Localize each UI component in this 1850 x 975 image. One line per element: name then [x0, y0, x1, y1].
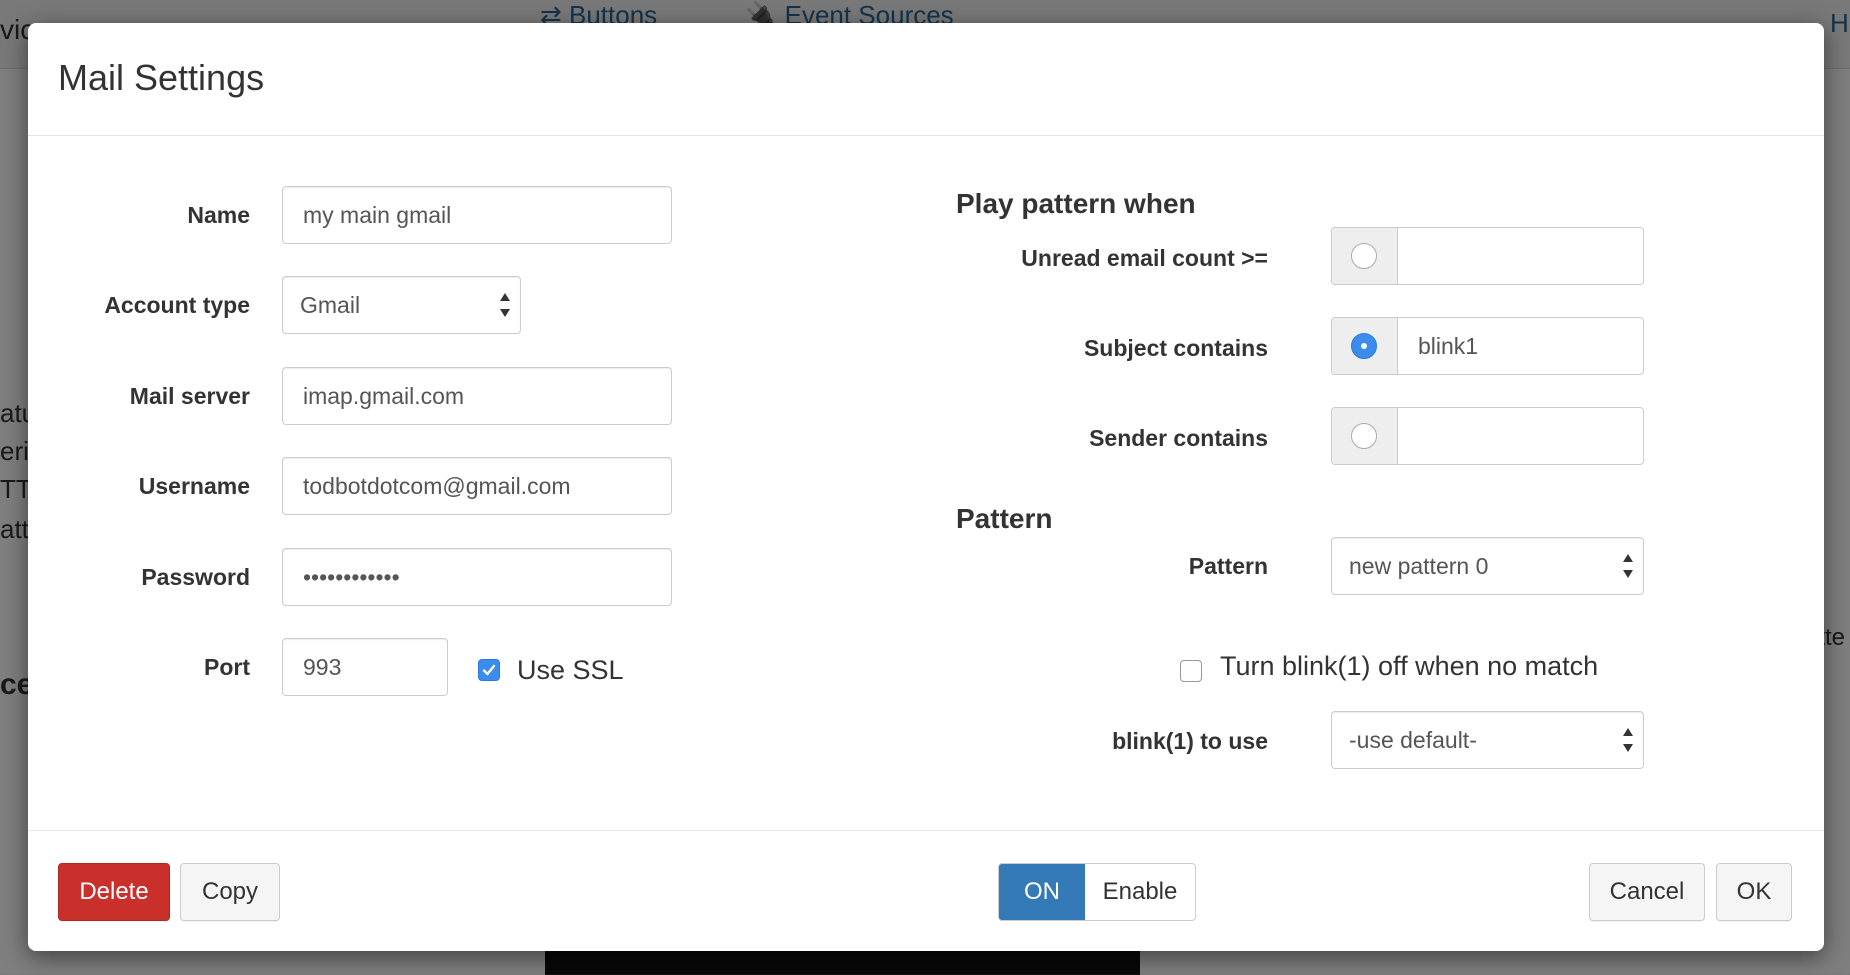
unread-count-label: Unread email count >=	[1021, 245, 1268, 271]
account-type-value: Gmail	[300, 292, 361, 318]
pattern-select-value: new pattern 0	[1349, 553, 1489, 579]
pattern-heading: Pattern	[956, 503, 1053, 534]
blink-to-use-value: -use default-	[1349, 727, 1477, 753]
mail-server-value: imap.gmail.com	[303, 383, 465, 409]
play-pattern-heading: Play pattern when	[956, 188, 1196, 219]
sender-contains-input[interactable]	[1398, 408, 1643, 464]
username-value: todbotdotcom@gmail.com	[303, 473, 571, 499]
username-input[interactable]: todbotdotcom@gmail.com	[282, 457, 672, 515]
select-arrows-icon	[1623, 728, 1633, 752]
toggle-on-label[interactable]: ON	[999, 864, 1085, 920]
unread-count-radio-addon	[1332, 228, 1398, 284]
sender-contains-radio[interactable]	[1351, 423, 1377, 449]
mail-server-label: Mail server	[129, 383, 250, 409]
password-value: ••••••••••••	[303, 564, 400, 590]
unread-count-radio[interactable]	[1351, 243, 1377, 269]
sender-contains-group	[1331, 407, 1644, 465]
modal-header: Mail Settings	[28, 23, 1824, 136]
blink-to-use-label: blink(1) to use	[1112, 728, 1268, 754]
username-label: Username	[138, 473, 250, 499]
select-arrows-icon	[500, 293, 510, 317]
cancel-button[interactable]: Cancel	[1589, 863, 1705, 921]
subject-contains-radio-addon	[1332, 318, 1398, 374]
password-label: Password	[141, 564, 250, 590]
select-arrows-icon	[1623, 554, 1633, 578]
pattern-select[interactable]: new pattern 0	[1331, 537, 1644, 595]
radio-dot-icon	[1361, 343, 1367, 349]
name-input-value: my main gmail	[303, 202, 452, 228]
enable-toggle[interactable]: ON Enable	[998, 863, 1196, 921]
subject-contains-group: blink1	[1331, 317, 1644, 375]
subject-contains-radio[interactable]	[1351, 333, 1377, 359]
unread-count-group	[1331, 227, 1644, 285]
sender-contains-label: Sender contains	[1089, 425, 1268, 451]
mail-server-input[interactable]: imap.gmail.com	[282, 367, 672, 425]
ok-button[interactable]: OK	[1716, 863, 1792, 921]
unread-count-input[interactable]	[1398, 228, 1643, 284]
blink-to-use-select[interactable]: -use default-	[1331, 711, 1644, 769]
password-input[interactable]: ••••••••••••	[282, 548, 672, 606]
checkmark-icon	[482, 664, 496, 676]
subject-contains-input[interactable]: blink1	[1398, 318, 1643, 374]
turn-off-label[interactable]: Turn blink(1) off when no match	[1220, 651, 1598, 682]
use-ssl-checkbox[interactable]	[478, 659, 500, 681]
copy-button[interactable]: Copy	[180, 863, 280, 921]
pattern-label: Pattern	[1188, 553, 1268, 579]
mail-settings-dialog: Mail Settings Name my main gmail Account…	[28, 23, 1824, 951]
use-ssl-label[interactable]: Use SSL	[517, 655, 624, 686]
port-label: Port	[204, 654, 250, 680]
port-input[interactable]: 993	[282, 638, 448, 696]
modal-title: Mail Settings	[58, 57, 265, 98]
modal-footer	[28, 830, 1824, 952]
name-label: Name	[187, 202, 250, 228]
delete-button[interactable]: Delete	[58, 863, 170, 921]
name-input[interactable]: my main gmail	[282, 186, 672, 244]
turn-off-checkbox[interactable]	[1180, 660, 1202, 682]
subject-contains-label: Subject contains	[1083, 335, 1268, 361]
port-value: 993	[303, 654, 342, 680]
toggle-enable-label[interactable]: Enable	[1085, 864, 1195, 920]
sender-contains-radio-addon	[1332, 408, 1398, 464]
account-type-label: Account type	[104, 292, 250, 318]
account-type-select[interactable]: Gmail	[282, 276, 521, 334]
